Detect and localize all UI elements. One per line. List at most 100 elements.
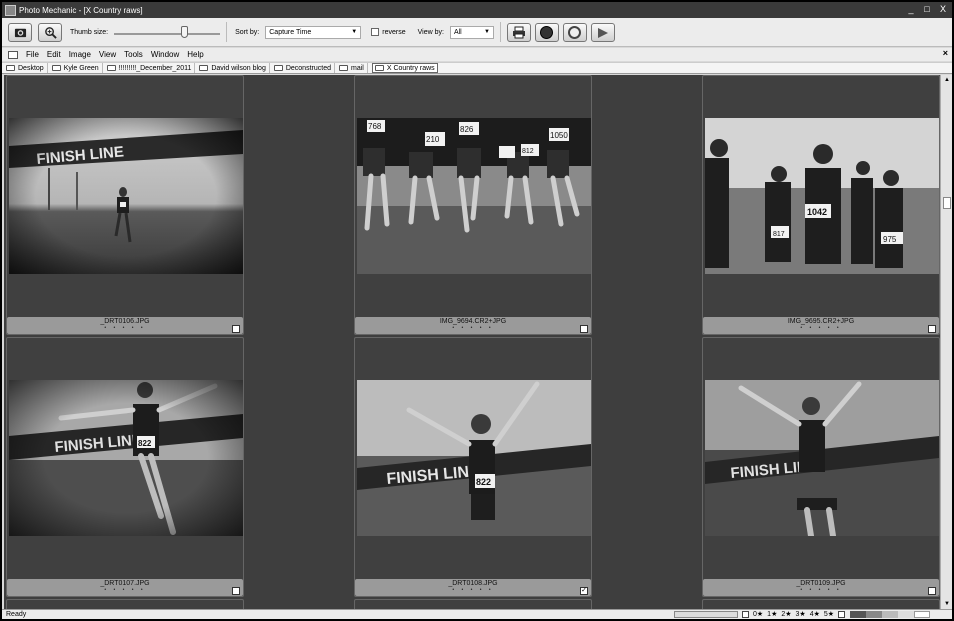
bib-number: 1050 [550,131,568,140]
thumb-size-slider[interactable] [114,25,221,39]
thumbnail-cell[interactable]: FINISH LINE _DRT0106.JPG • • • • • [6,75,244,335]
photo-runners-legs: 768 210 826 1050 812 [357,118,591,274]
thumbnail-caption: _DRT0108.JPG • • • • • ✓ [355,579,591,596]
photo-thumbnail[interactable]: FINISH LINE 822 [357,380,591,536]
thumbnail-cell-partial[interactable] [354,599,592,609]
photo-thumbnail[interactable]: FINISH LINE [705,380,939,536]
upload-button[interactable] [562,22,587,42]
favorite-december-2011[interactable]: !!!!!!!!!_December_2011 [106,63,196,73]
close-button[interactable]: X [938,4,948,14]
photo-finish-line-runner: FINISH LINE [9,118,243,274]
progress-bar [674,611,738,618]
rating-0[interactable]: 0★ [753,610,763,618]
menu-view[interactable]: View [99,50,116,59]
tag-checkbox[interactable] [232,325,240,333]
star-rating[interactable]: • • • • • [703,325,939,331]
reverse-checkbox[interactable] [371,28,380,36]
menu-image[interactable]: Image [69,50,91,59]
favorite-x-country-raws[interactable]: X Country raws [371,63,438,73]
favorite-kyle-green[interactable]: Kyle Green [51,63,103,73]
camera-button[interactable] [8,22,32,42]
photo-runner-breaking-tape: FINISH LINE 822 [357,380,591,536]
star-rating[interactable]: • • • • • [355,587,591,593]
favorite-deconstructed[interactable]: Deconstructed [273,63,335,73]
disc-icon [540,25,554,39]
slider-track [114,33,221,35]
rating-5[interactable]: 5★ [824,610,834,618]
bib-number: 812 [522,148,534,155]
menu-tools[interactable]: Tools [124,50,143,59]
color-swatch[interactable] [898,611,914,618]
color-filter-checkbox[interactable] [838,611,846,618]
thumbnail-cell[interactable]: FINISH LINE 822 _DRT0108.JPG • • • • • ✓ [354,337,592,597]
tag-checkbox[interactable] [232,587,240,595]
thumbnail-cell-partial[interactable] [702,599,940,609]
color-swatch[interactable] [850,611,866,618]
rating-filter-checkbox[interactable] [742,611,749,618]
star-rating[interactable]: • • • • • [355,325,591,331]
close-document-button[interactable]: × [943,48,948,58]
app-window: Photo Mechanic - [X Country raws] _ □ X … [2,2,952,619]
favorite-desktop[interactable]: Desktop [6,63,48,73]
view-by-value: All [453,28,462,36]
export-icon [597,27,608,38]
rating-4[interactable]: 4★ [810,610,820,618]
export-button[interactable] [590,22,615,42]
favorite-david-wilson-blog[interactable]: David wilson blog [199,63,270,73]
contact-sheet[interactable]: FINISH LINE _DRT0106.JPG • • • • • [4,75,940,609]
star-rating[interactable]: • • • • • [7,325,243,331]
vertical-scrollbar[interactable]: ▲ ▼ [940,75,952,609]
maximize-button[interactable]: □ [922,4,932,14]
tag-checkbox[interactable] [580,325,588,333]
star-rating[interactable]: • • • • • [703,587,939,593]
thumbnail-cell[interactable]: FINISH LINE 822 _DRT0107.JPG • • • • • [6,337,244,597]
photo-thumbnail[interactable]: FINISH LINE [9,118,243,274]
toolbar-separator [226,22,228,42]
color-class-swatches [850,611,930,618]
sort-by-value: Capture Time [269,28,312,36]
folder-icon [106,65,116,71]
color-swatch[interactable] [914,611,930,618]
burn-button[interactable] [534,22,559,42]
bib-number: 210 [426,135,440,144]
color-swatch[interactable] [866,611,882,618]
thumbnail-cell[interactable]: 768 210 826 1050 812 IMG_9694.CR2+JPG • … [354,75,592,335]
photo-thumbnail[interactable]: 768 210 826 1050 812 [357,118,591,274]
chevron-down-icon: ▼ [351,29,358,35]
photo-thumbnail[interactable]: FINISH LINE 822 [9,380,243,536]
star-rating[interactable]: • • • • • [7,587,243,593]
thumbnail-filename: _DRT0109.JPG [796,580,846,587]
minimize-button[interactable]: _ [906,4,916,14]
tag-checkbox[interactable] [928,325,936,333]
sort-by-select[interactable]: Capture Time ▼ [265,25,362,39]
window-controls: _ □ X [906,4,948,14]
scroll-up-icon[interactable]: ▲ [942,75,952,85]
slider-knob[interactable] [181,26,189,38]
magnifier-icon [44,26,57,39]
menu-help[interactable]: Help [187,50,203,59]
rating-2[interactable]: 2★ [781,610,791,618]
menu-edit[interactable]: Edit [47,50,61,59]
tag-checkbox[interactable] [928,587,936,595]
color-swatch[interactable] [882,611,898,618]
favorite-mail[interactable]: mail [338,63,368,73]
scroll-thumb[interactable] [943,197,951,209]
menu-file[interactable]: File [26,50,39,59]
thumbnail-cell[interactable]: 1042 975 817 IMG_9695.CR2+JPG • • • • • [702,75,940,335]
rating-3[interactable]: 3★ [796,610,806,618]
photo-thumbnail[interactable]: 1042 975 817 [705,118,939,274]
tag-checkbox-checked[interactable]: ✓ [580,587,588,595]
menu-window[interactable]: Window [151,50,179,59]
print-button[interactable] [506,22,531,42]
zoom-button[interactable] [38,22,62,42]
thumbnail-cell[interactable]: FINISH LINE _DRT0109.JPG • • • • • [702,337,940,597]
document-icon [8,50,18,59]
rating-1[interactable]: 1★ [767,610,777,618]
thumbnail-filename: IMG_9694.CR2+JPG [439,318,507,325]
status-bar: Ready 0★ 1★ 2★ 3★ 4★ 5★ [2,609,952,619]
thumbnail-cell-partial[interactable] [6,599,244,609]
sort-by-label: Sort by: [235,28,260,36]
view-by-select[interactable]: All ▼ [449,25,494,39]
status-text: Ready [6,611,27,618]
scroll-down-icon[interactable]: ▼ [942,599,952,609]
